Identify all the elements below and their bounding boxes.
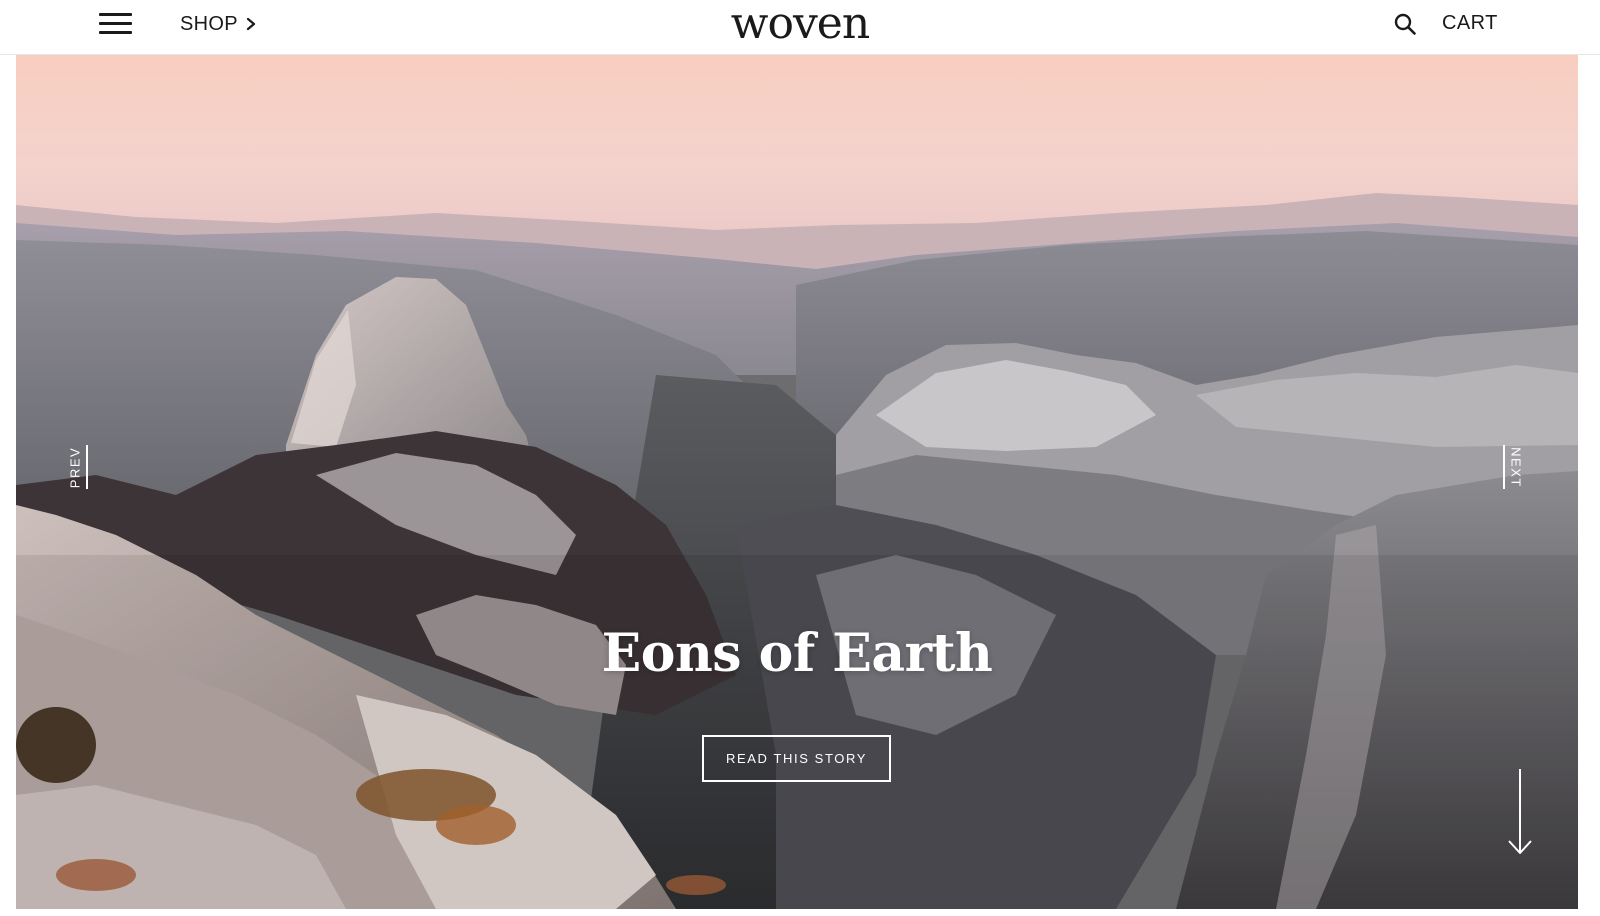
chevron-right-icon — [246, 17, 255, 31]
hero-title: Eons of Earth — [601, 623, 993, 684]
prev-divider — [86, 445, 88, 489]
next-slide-button[interactable]: NEXT — [1503, 444, 1524, 490]
prev-slide-button[interactable]: PREV — [68, 444, 88, 490]
next-divider — [1503, 445, 1505, 489]
arrow-down-icon[interactable] — [1506, 767, 1534, 857]
prev-label: PREV — [67, 446, 83, 488]
site-logo[interactable]: woven — [700, 0, 900, 54]
shop-label: SHOP — [180, 12, 238, 35]
read-story-button[interactable]: READ THIS STORY — [702, 735, 891, 782]
cart-link[interactable]: CART — [1442, 10, 1498, 36]
search-icon[interactable] — [1393, 12, 1417, 36]
hero-section: PREV NEXT Eons of Earth READ THIS STORY — [16, 55, 1578, 909]
page-gutter-right — [1578, 55, 1600, 916]
shop-link[interactable]: SHOP — [180, 12, 258, 36]
site-header: SHOP woven CART — [0, 0, 1600, 55]
hamburger-menu-icon[interactable] — [99, 12, 132, 36]
page-gutter-bottom — [0, 909, 1600, 916]
next-label: NEXT — [1508, 446, 1524, 488]
